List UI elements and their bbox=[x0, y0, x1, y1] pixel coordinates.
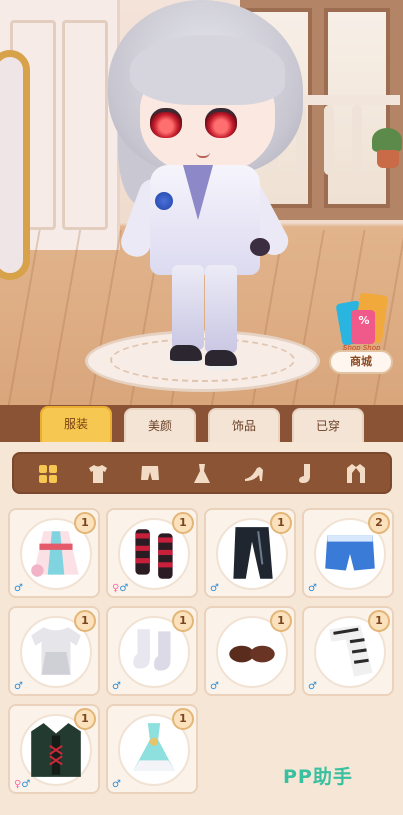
baluster bbox=[324, 105, 334, 175]
item-card[interactable]: 1 ♀♂ bbox=[106, 508, 198, 598]
sneaker-icon bbox=[205, 350, 237, 370]
room-scene: % Shop Shop 商城 bbox=[0, 0, 403, 405]
item-card[interactable]: 1 ♂ bbox=[8, 508, 100, 598]
sock-icon bbox=[299, 464, 310, 483]
tab-clothing[interactable]: 服装 bbox=[40, 406, 112, 442]
striped-scarf-icon bbox=[319, 621, 381, 687]
shorts-icon bbox=[141, 466, 159, 480]
left-eye bbox=[150, 108, 182, 138]
item-card[interactable]: 1 ♂ bbox=[302, 606, 394, 696]
category-bottoms[interactable] bbox=[132, 460, 168, 488]
shop-button[interactable]: % Shop Shop 商城 bbox=[327, 292, 395, 384]
gender-icon: ♂ bbox=[210, 681, 219, 692]
category-all[interactable] bbox=[30, 460, 66, 488]
tshirt-icon bbox=[89, 465, 107, 483]
dark-coat-icon bbox=[25, 719, 87, 785]
dress-icon bbox=[194, 464, 210, 483]
item-count-badge: 1 bbox=[270, 610, 292, 632]
category-bar bbox=[12, 452, 392, 494]
percent-sign: % bbox=[358, 314, 370, 327]
item-count-badge: 1 bbox=[74, 512, 96, 534]
mint-dress-icon bbox=[123, 719, 185, 785]
jacket-icon bbox=[347, 464, 365, 483]
item-count-badge: 1 bbox=[172, 610, 194, 632]
sneaker-icon bbox=[170, 345, 202, 365]
black-pants-icon bbox=[221, 523, 283, 589]
item-count-badge: 1 bbox=[74, 610, 96, 632]
blue-shorts-icon bbox=[319, 523, 381, 589]
striped-leg-warmers-icon bbox=[123, 523, 185, 589]
item-card[interactable]: 1 ♂ bbox=[204, 606, 296, 696]
cabinet-door bbox=[62, 20, 108, 230]
right-eye bbox=[205, 108, 237, 138]
shop-label: 商城 bbox=[329, 350, 393, 374]
gender-icon: ♂ bbox=[308, 583, 317, 594]
tab-worn[interactable]: 已穿 bbox=[292, 408, 364, 442]
category-outerwear[interactable] bbox=[338, 460, 374, 488]
item-count-badge: 1 bbox=[172, 512, 194, 534]
item-count-badge: 1 bbox=[270, 512, 292, 534]
tab-accessories[interactable]: 饰品 bbox=[208, 408, 280, 442]
mirror bbox=[0, 50, 30, 280]
grid-icon bbox=[39, 465, 57, 483]
wardrobe-tabs: 服装 美颜 饰品 已穿 bbox=[0, 406, 403, 442]
category-tops[interactable] bbox=[80, 460, 116, 488]
item-card[interactable]: 1 ♂ bbox=[8, 606, 100, 696]
brown-shoes-icon bbox=[221, 621, 283, 687]
gender-icon: ♂ bbox=[112, 681, 121, 692]
kimono-outfit-icon bbox=[25, 523, 87, 589]
high-heel-icon bbox=[245, 467, 263, 481]
tab-beauty[interactable]: 美颜 bbox=[124, 408, 196, 442]
item-count-badge: 2 bbox=[368, 512, 390, 534]
item-card[interactable]: 1 ♂ bbox=[204, 508, 296, 598]
item-count-badge: 1 bbox=[172, 708, 194, 730]
category-shoes[interactable] bbox=[236, 460, 272, 488]
shopping-bags-icon: % bbox=[335, 292, 389, 347]
gender-icon: ♂ bbox=[14, 583, 23, 594]
blue-rose-icon bbox=[155, 192, 173, 210]
white-socks-icon bbox=[123, 621, 185, 687]
item-count-badge: 1 bbox=[74, 708, 96, 730]
potted-plant bbox=[372, 128, 402, 168]
gender-icon: ♀♂ bbox=[112, 583, 129, 594]
item-card[interactable]: 1 ♀♂ bbox=[8, 704, 100, 794]
item-count-badge: 1 bbox=[368, 610, 390, 632]
gender-icon: ♂ bbox=[308, 681, 317, 692]
item-card[interactable]: 1 ♂ bbox=[106, 704, 198, 794]
category-socks[interactable] bbox=[288, 460, 324, 488]
gender-icon: ♂ bbox=[14, 681, 23, 692]
item-card[interactable]: 2 ♂ bbox=[302, 508, 394, 598]
watermark: PP助手 bbox=[283, 766, 353, 788]
gender-icon: ♂ bbox=[112, 779, 121, 790]
item-card[interactable]: 1 ♂ bbox=[106, 606, 198, 696]
category-dresses[interactable] bbox=[184, 460, 220, 488]
white-tunic-icon bbox=[25, 621, 87, 687]
gender-icon: ♂ bbox=[210, 583, 219, 594]
gender-icon: ♀♂ bbox=[14, 779, 31, 790]
baluster bbox=[352, 105, 362, 175]
